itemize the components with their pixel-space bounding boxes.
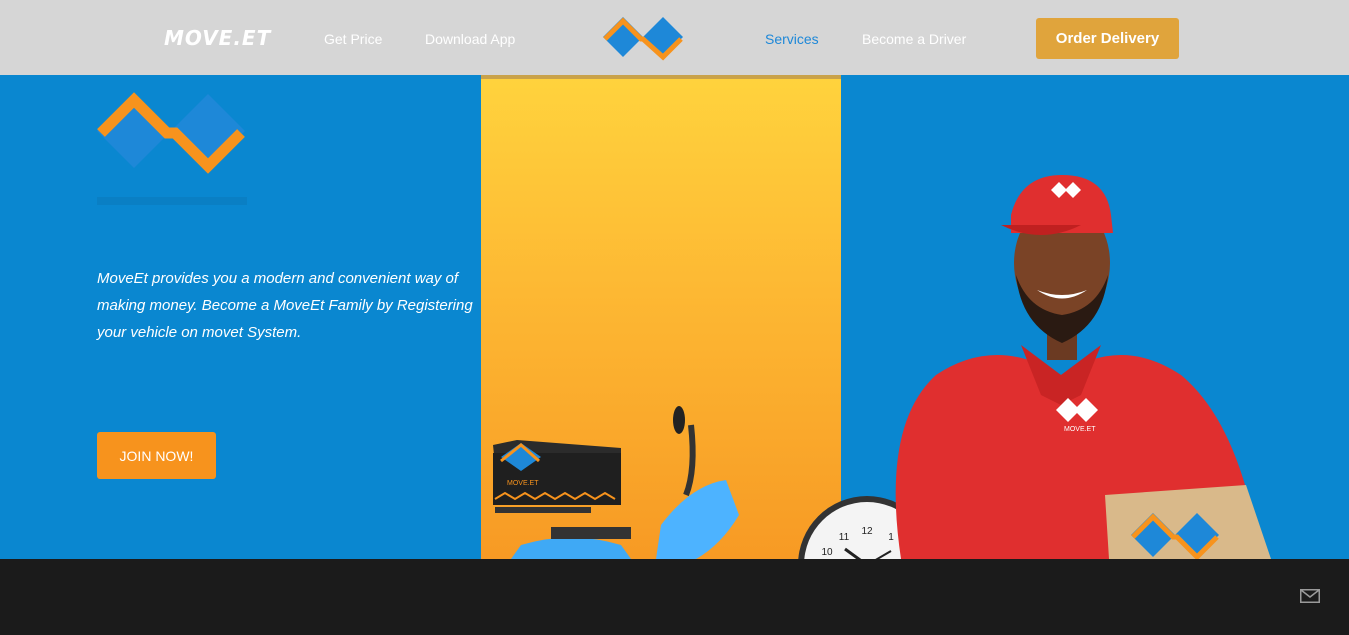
brand-logo-text[interactable]: MOVE.ET xyxy=(164,26,271,50)
brand-logo-icon[interactable] xyxy=(603,13,683,61)
mail-icon[interactable] xyxy=(1300,589,1320,603)
hero-description: MoveEt provides you a modern and conveni… xyxy=(97,270,473,341)
clock-number: 1 xyxy=(888,532,894,543)
delivery-box-icon: MOVE.ET xyxy=(493,440,621,513)
cardboard-box-icon xyxy=(1105,485,1271,559)
clock-number: 11 xyxy=(839,532,850,543)
order-delivery-button[interactable]: Order Delivery xyxy=(1036,18,1179,59)
nav-link-download-app[interactable]: Download App xyxy=(425,31,515,47)
nav-link-services[interactable]: Services xyxy=(765,31,819,47)
shirt-brand-text: MOVE.ET xyxy=(1064,426,1096,433)
clock-number: 10 xyxy=(821,547,833,558)
hero-illustration: MOVE.ET 12 1 2 11 10 MOVE.ET xyxy=(493,175,1271,559)
clock-number: 12 xyxy=(861,526,873,537)
box-brand-text: MOVE.ET xyxy=(507,480,539,487)
nav-link-get-price[interactable]: Get Price xyxy=(324,31,382,47)
hero-logo-icon xyxy=(97,92,247,205)
join-now-button[interactable]: JOIN NOW! xyxy=(97,432,216,479)
footer xyxy=(0,559,1349,635)
nav-link-become-driver[interactable]: Become a Driver xyxy=(862,31,966,47)
navbar: MOVE.ET Get Price Download App Services … xyxy=(0,0,1349,75)
